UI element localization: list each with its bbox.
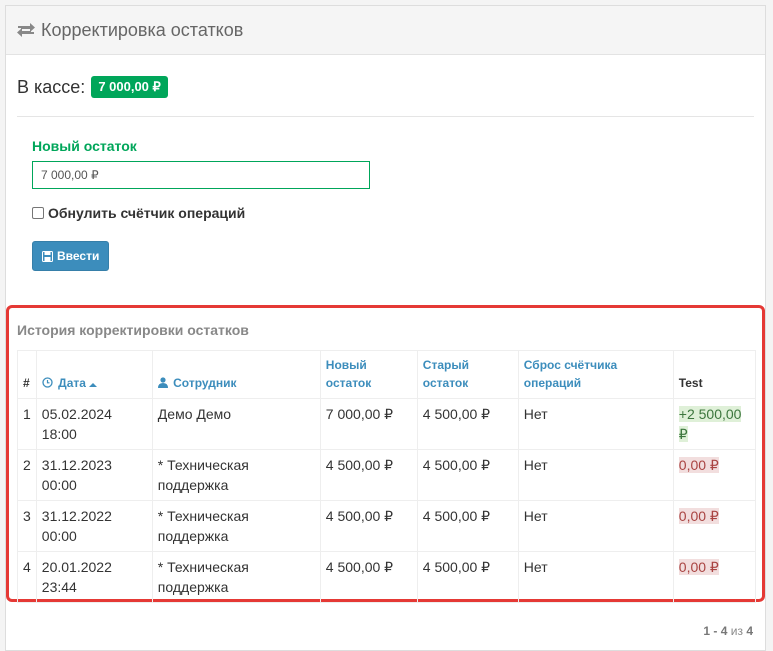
cell-employee: * Техническая поддержка <box>151 449 321 501</box>
test-value: 0,00 ₽ <box>678 508 719 524</box>
balance-correction-panel: Корректировка остатков В кассе: 7 000,00… <box>5 5 766 651</box>
submit-label: Ввести <box>57 249 100 263</box>
cell-old-balance: 4 500,00 ₽ <box>416 398 519 450</box>
user-icon <box>157 377 168 388</box>
cell-new-balance: 4 500,00 ₽ <box>319 500 418 552</box>
pagination-of: из <box>730 624 743 638</box>
correction-form: Новый остаток Обнулить счётчик операций … <box>32 138 370 271</box>
cell-new-balance: 7 000,00 ₽ <box>319 398 418 450</box>
cash-balance-label: В кассе: <box>17 76 86 97</box>
cell-date: 05.02.2024 18:00 <box>35 398 153 450</box>
save-icon <box>42 250 53 262</box>
col-test: Test <box>672 350 756 399</box>
col-reset[interactable]: Сброс счётчика операций <box>517 350 674 399</box>
cash-balance-badge: 7 000,00 ₽ <box>91 76 168 98</box>
cell-new-balance: 4 500,00 ₽ <box>319 551 418 603</box>
col-date-label: Дата <box>58 376 86 390</box>
cell-reset: Нет <box>517 500 674 552</box>
test-value: 0,00 ₽ <box>678 559 719 575</box>
col-date[interactable]: Дата <box>35 350 153 399</box>
clock-icon <box>42 377 53 388</box>
cell-num: 1 <box>17 398 37 450</box>
cell-date: 20.01.2022 23:44 <box>35 551 153 603</box>
col-employee[interactable]: Сотрудник <box>151 350 321 399</box>
col-new-balance[interactable]: Новый остаток <box>319 350 418 399</box>
panel-header: Корректировка остатков <box>6 6 765 55</box>
cell-num: 2 <box>17 449 37 501</box>
exchange-icon <box>16 22 36 38</box>
cell-date: 31.12.2022 00:00 <box>35 500 153 552</box>
new-balance-input[interactable] <box>32 161 370 189</box>
cell-num: 3 <box>17 500 37 552</box>
history-title: История корректировки остатков <box>17 322 249 338</box>
sort-asc-icon <box>89 382 98 388</box>
reset-counter-label: Обнулить счётчик операций <box>48 205 246 221</box>
cash-balance: В кассе: 7 000,00 ₽ <box>17 76 168 98</box>
pagination-range: 1 - 4 <box>703 624 728 638</box>
new-balance-label: Новый остаток <box>32 138 137 154</box>
table-row: 3 31.12.2022 00:00 * Техническая поддержка… <box>17 500 756 552</box>
history-table: # Дата Сотрудник Новый остаток Старый ос… <box>17 350 756 603</box>
cell-employee: * Техническая поддержка <box>151 500 321 552</box>
pagination-total: 4 <box>746 624 753 638</box>
submit-button[interactable]: Ввести <box>32 241 110 271</box>
cell-employee: * Техническая поддержка <box>151 551 321 603</box>
cell-test: +2 500,00 ₽ <box>672 398 756 450</box>
cell-date: 31.12.2023 00:00 <box>35 449 153 501</box>
test-value: +2 500,00 ₽ <box>678 406 742 442</box>
col-employee-label: Сотрудник <box>173 376 237 390</box>
cell-reset: Нет <box>517 398 674 450</box>
divider <box>17 116 754 117</box>
panel-title: Корректировка остатков <box>41 19 244 40</box>
cell-test: 0,00 ₽ <box>672 500 756 552</box>
cell-num: 4 <box>17 551 37 603</box>
table-header-row: # Дата Сотрудник Новый остаток Старый ос… <box>17 350 756 399</box>
col-old-balance[interactable]: Старый остаток <box>416 350 519 399</box>
reset-counter-checkbox[interactable] <box>32 207 44 219</box>
reset-counter-row[interactable]: Обнулить счётчик операций <box>32 205 370 221</box>
cell-reset: Нет <box>517 449 674 501</box>
cell-reset: Нет <box>517 551 674 603</box>
col-num: # <box>17 350 37 399</box>
cell-new-balance: 4 500,00 ₽ <box>319 449 418 501</box>
cell-old-balance: 4 500,00 ₽ <box>416 449 519 501</box>
table-row: 4 20.01.2022 23:44 * Техническая поддержка… <box>17 551 756 603</box>
pagination: 1 - 4 из 4 <box>703 624 753 638</box>
cell-test: 0,00 ₽ <box>672 551 756 603</box>
cell-employee: Демо Демо <box>151 398 321 450</box>
table-row: 2 31.12.2023 00:00 * Техническая поддержка… <box>17 449 756 501</box>
cell-test: 0,00 ₽ <box>672 449 756 501</box>
cell-old-balance: 4 500,00 ₽ <box>416 500 519 552</box>
table-row: 1 05.02.2024 18:00 Демо Демо 7 000,00 ₽4 50… <box>17 398 756 450</box>
test-value: 0,00 ₽ <box>678 457 719 473</box>
cell-old-balance: 4 500,00 ₽ <box>416 551 519 603</box>
history-section: История корректировки остатков # Дата Со… <box>6 305 765 603</box>
